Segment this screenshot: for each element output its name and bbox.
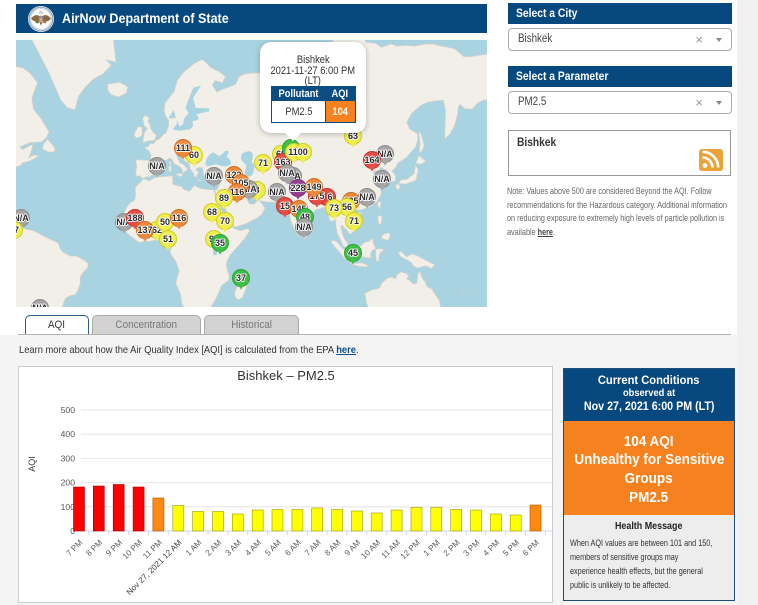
svg-text:1 PM: 1 PM [422,538,442,558]
svg-text:37: 37 [236,273,246,283]
svg-text:70: 70 [220,216,230,226]
svg-text:100: 100 [61,502,76,512]
svg-text:35: 35 [215,238,225,248]
svg-text:45: 45 [348,248,358,258]
svg-text:4 PM: 4 PM [481,538,501,558]
svg-text:N/A: N/A [16,213,29,223]
svg-text:10 PM: 10 PM [121,538,144,561]
svg-text:111: 111 [176,143,190,153]
svg-text:11 AM: 11 AM [380,538,402,560]
svg-text:68: 68 [207,207,217,217]
svg-text:N/A: N/A [32,303,48,307]
svg-text:71: 71 [349,216,359,226]
svg-text:200: 200 [61,478,76,488]
svg-text:73: 73 [329,203,339,213]
svg-text:57: 57 [16,225,19,235]
svg-text:N/A: N/A [279,168,295,178]
svg-text:6 PM: 6 PM [521,538,541,558]
svg-text:N/A: N/A [359,192,375,202]
svg-text:N/A: N/A [149,161,165,171]
svg-text:N/A: N/A [206,171,222,181]
svg-text:149: 149 [306,182,321,192]
svg-text:400: 400 [61,429,76,439]
svg-text:N/A: N/A [269,187,285,197]
svg-text:8 PM: 8 PM [84,538,104,558]
svg-text:116: 116 [172,213,187,223]
svg-text:164: 164 [364,155,379,165]
svg-text:137: 137 [137,225,152,235]
svg-text:5 PM: 5 PM [501,538,521,558]
svg-text:AQI: AQI [27,456,37,472]
svg-text:51: 51 [163,234,173,244]
svg-text:3 PM: 3 PM [462,538,482,558]
svg-text:2 PM: 2 PM [442,538,462,558]
svg-text:10 AM: 10 AM [359,538,382,561]
svg-text:6 AM: 6 AM [283,538,303,558]
svg-text:5 AM: 5 AM [263,538,283,558]
svg-text:300: 300 [61,453,76,463]
svg-text:56: 56 [342,202,352,212]
svg-text:228: 228 [290,183,305,193]
svg-text:Bishkek – PM2.5: Bishkek – PM2.5 [237,368,335,383]
svg-text:7 PM: 7 PM [65,538,85,558]
svg-text:1100: 1100 [288,147,308,157]
svg-text:7 AM: 7 AM [303,538,323,558]
svg-text:71: 71 [258,158,268,168]
svg-text:2 AM: 2 AM [204,538,224,558]
svg-text:89: 89 [219,193,229,203]
svg-text:N/A: N/A [374,174,390,184]
svg-text:12 PM: 12 PM [399,538,422,561]
svg-text:188: 188 [127,213,142,223]
svg-text:8 AM: 8 AM [323,538,343,558]
svg-text:50: 50 [160,217,170,227]
svg-text:15: 15 [280,201,290,211]
svg-text:3 AM: 3 AM [224,538,244,558]
svg-text:N/A: N/A [296,222,312,232]
svg-text:500: 500 [61,405,76,415]
svg-text:4 AM: 4 AM [244,538,264,558]
svg-text:1 AM: 1 AM [184,538,204,558]
